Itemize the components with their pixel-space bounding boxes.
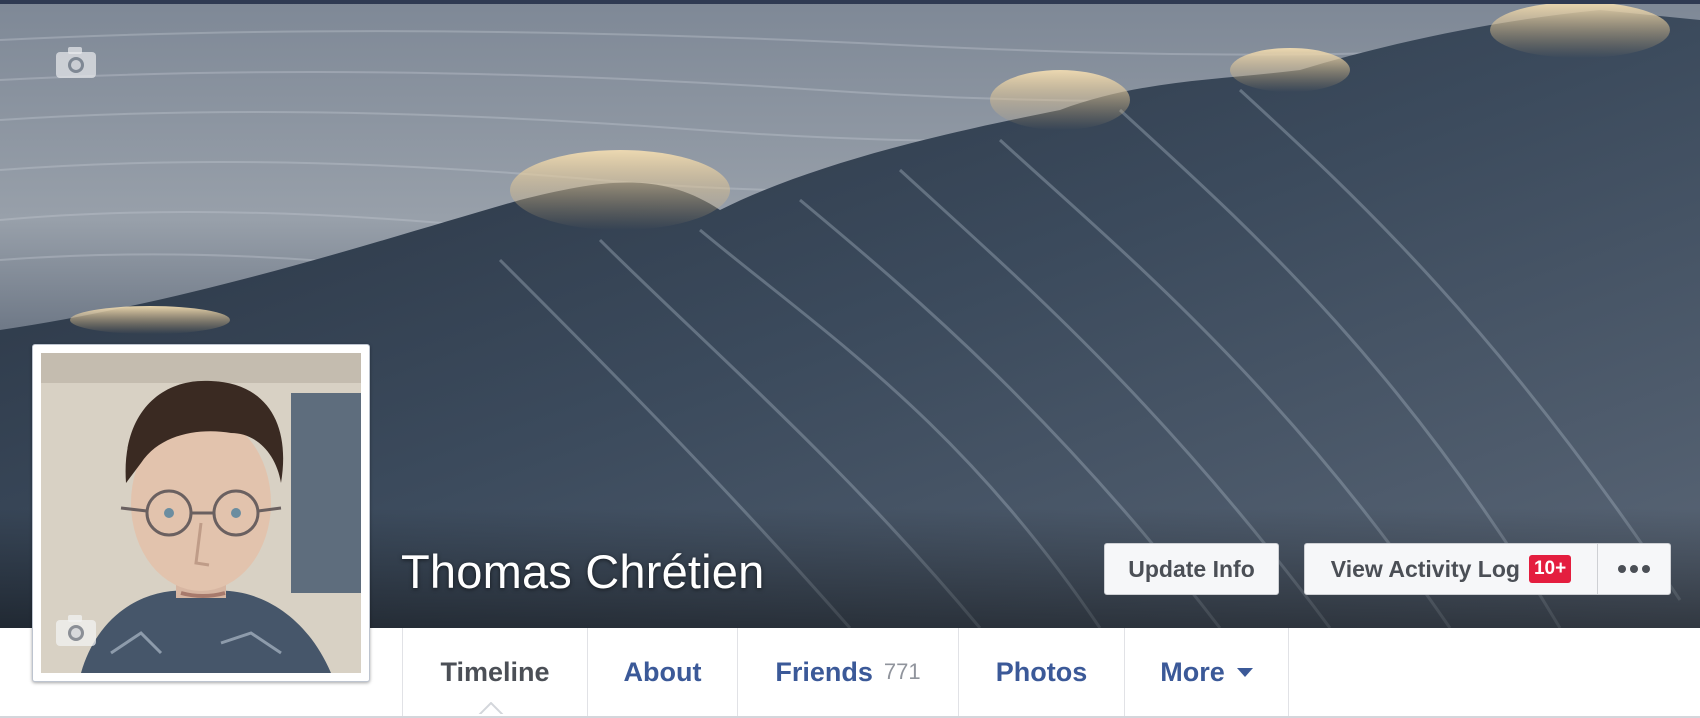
more-options-button[interactable] <box>1598 544 1670 594</box>
tab-friends-label: Friends <box>775 656 873 687</box>
tab-photos-label: Photos <box>995 656 1088 687</box>
caret-down-icon <box>1236 667 1253 677</box>
tab-about-label: About <box>623 656 702 687</box>
friends-count: 771 <box>883 659 921 684</box>
cover-top-border <box>0 0 1700 4</box>
update-info-button[interactable]: Update Info <box>1104 543 1279 595</box>
tab-more[interactable]: More <box>1124 628 1289 716</box>
tab-timeline-label: Timeline <box>440 656 550 687</box>
active-tab-indicator <box>478 702 504 716</box>
profile-name[interactable]: Thomas Chrétien <box>401 544 765 599</box>
activity-button-group: View Activity Log 10+ <box>1304 543 1671 595</box>
tab-friends[interactable]: Friends 771 <box>737 628 958 716</box>
tab-more-label: More <box>1160 656 1225 687</box>
profile-page: Thomas Chrétien Update Info View Activit… <box>0 0 1700 718</box>
camera-icon[interactable] <box>54 44 98 80</box>
tab-photos[interactable]: Photos <box>958 628 1124 716</box>
ellipsis-icon <box>1618 565 1650 573</box>
tab-about[interactable]: About <box>587 628 737 716</box>
activity-log-label: View Activity Log <box>1330 555 1520 582</box>
view-activity-log-button[interactable]: View Activity Log 10+ <box>1305 544 1598 594</box>
activity-count-badge: 10+ <box>1528 555 1572 583</box>
camera-icon[interactable] <box>54 612 98 648</box>
update-info-label: Update Info <box>1128 555 1255 582</box>
